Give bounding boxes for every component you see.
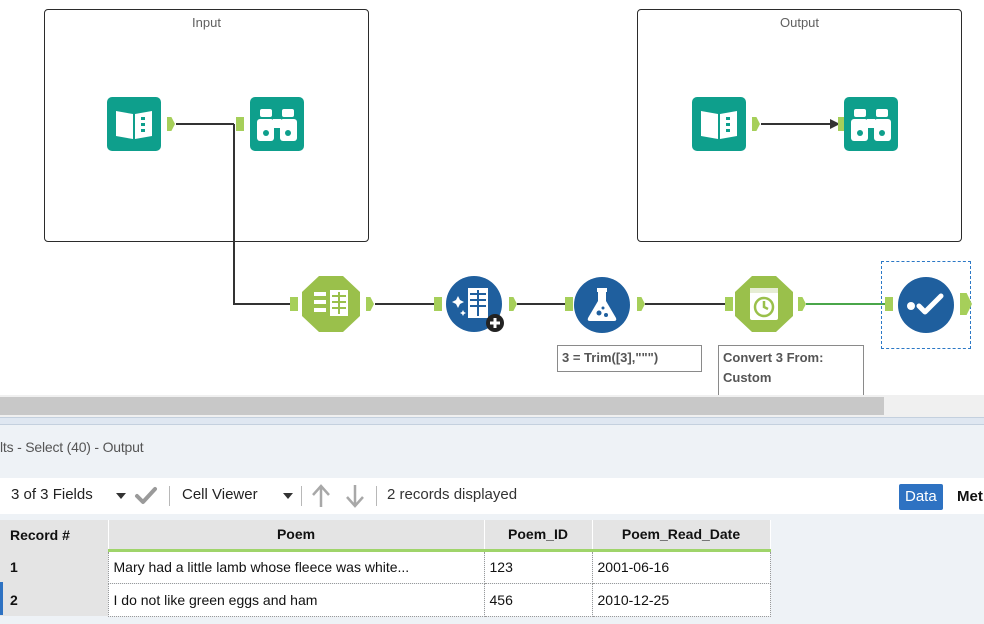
selected-row-marker [0, 582, 3, 615]
viewer-dropdown-icon[interactable] [283, 493, 293, 501]
grid-header-row: Record # Poem Poem_ID Poem_Read_Date [0, 520, 771, 552]
scroll-down-arrow-icon[interactable] [344, 483, 366, 509]
table-row[interactable]: 2 I do not like green eggs and ham 456 2… [0, 582, 771, 617]
workflow-canvas[interactable]: Input Output 3 = Trim([3],""") Convert 3… [0, 0, 984, 395]
text-to-columns-tool[interactable] [302, 276, 360, 337]
dynamic-rename-icon [446, 276, 504, 332]
parse-input-anchor[interactable] [290, 297, 298, 311]
select-input-anchor[interactable] [885, 297, 893, 311]
tab-metadata[interactable]: Met [952, 484, 984, 510]
column-header-poem[interactable]: Poem [108, 520, 485, 552]
results-title: lts - Select (40) - Output [0, 439, 144, 455]
record-number-cell[interactable]: 1 [0, 550, 108, 583]
formula-input-anchor[interactable] [565, 297, 573, 311]
toolbar-separator [301, 486, 302, 506]
app-root: Input Output 3 = Trim([3],""") Convert 3… [0, 0, 984, 624]
column-header-poem-read-date[interactable]: Poem_Read_Date [592, 520, 771, 552]
select-check-icon [898, 277, 954, 333]
cell-viewer-label: Cell Viewer [182, 486, 258, 503]
canvas-scrollbar-thumb[interactable] [0, 397, 884, 415]
browse-binoculars-icon [250, 97, 304, 151]
input-data-tool[interactable] [107, 97, 161, 156]
fields-label: 3 of 3 Fields [11, 486, 93, 503]
fields-dropdown-icon[interactable] [116, 493, 126, 501]
formula-flask-icon [574, 277, 630, 333]
browse-tool[interactable] [250, 97, 304, 156]
datetime-annotation: Convert 3 From: Custom [718, 345, 864, 395]
toolbar-separator [169, 486, 170, 506]
cell-viewer-selector[interactable]: Cell Viewer [182, 486, 258, 503]
formula-tool[interactable] [573, 276, 631, 339]
datetime-tool[interactable] [735, 276, 793, 337]
input-book-icon [107, 97, 161, 151]
toolbar-separator [376, 486, 377, 506]
poem-read-date-cell[interactable]: 2010-12-25 [591, 582, 771, 617]
table-row[interactable]: 1 Mary had a little lamb whose fleece wa… [0, 549, 771, 584]
output-browse-tool[interactable] [844, 97, 898, 156]
rename-input-anchor[interactable] [434, 297, 442, 311]
datetime-clock-icon [735, 276, 793, 332]
record-number-cell[interactable]: 2 [0, 583, 108, 616]
datetime-input-anchor[interactable] [725, 297, 733, 311]
results-panel: lts - Select (40) - Output 3 of 3 Fields… [0, 425, 984, 624]
column-header-poem-id[interactable]: Poem_ID [484, 520, 593, 552]
apply-checkmark-icon[interactable] [134, 485, 158, 507]
poem-id-cell[interactable]: 456 [483, 582, 593, 617]
select-tool[interactable] [897, 276, 955, 339]
output-data-tool[interactable] [692, 97, 746, 156]
formula-annotation: 3 = Trim([3],""") [557, 345, 702, 372]
poem-cell[interactable]: Mary had a little lamb whose fleece was … [107, 549, 485, 584]
column-header-record[interactable]: Record # [0, 520, 109, 551]
poem-cell[interactable]: I do not like green eggs and ham [107, 582, 485, 617]
browse-input-anchor[interactable] [236, 117, 244, 131]
results-grid[interactable]: Record # Poem Poem_ID Poem_Read_Date 1 M… [0, 520, 771, 617]
records-count: 2 records displayed [387, 486, 518, 503]
poem-id-cell[interactable]: 123 [483, 549, 593, 584]
canvas-horizontal-scrollbar[interactable] [0, 395, 984, 417]
tab-data[interactable]: Data [899, 484, 943, 510]
results-toolbar: 3 of 3 Fields Cell Viewer 2 records disp… [0, 478, 984, 514]
fields-selector[interactable]: 3 of 3 Fields [11, 486, 93, 503]
dynamic-rename-tool[interactable] [446, 276, 506, 339]
scroll-up-arrow-icon[interactable] [310, 483, 332, 509]
output-binoculars-icon [844, 97, 898, 151]
text-to-columns-icon [302, 276, 360, 332]
output-book-icon [692, 97, 746, 151]
poem-read-date-cell[interactable]: 2001-06-16 [591, 549, 771, 584]
panel-divider[interactable] [0, 417, 984, 425]
